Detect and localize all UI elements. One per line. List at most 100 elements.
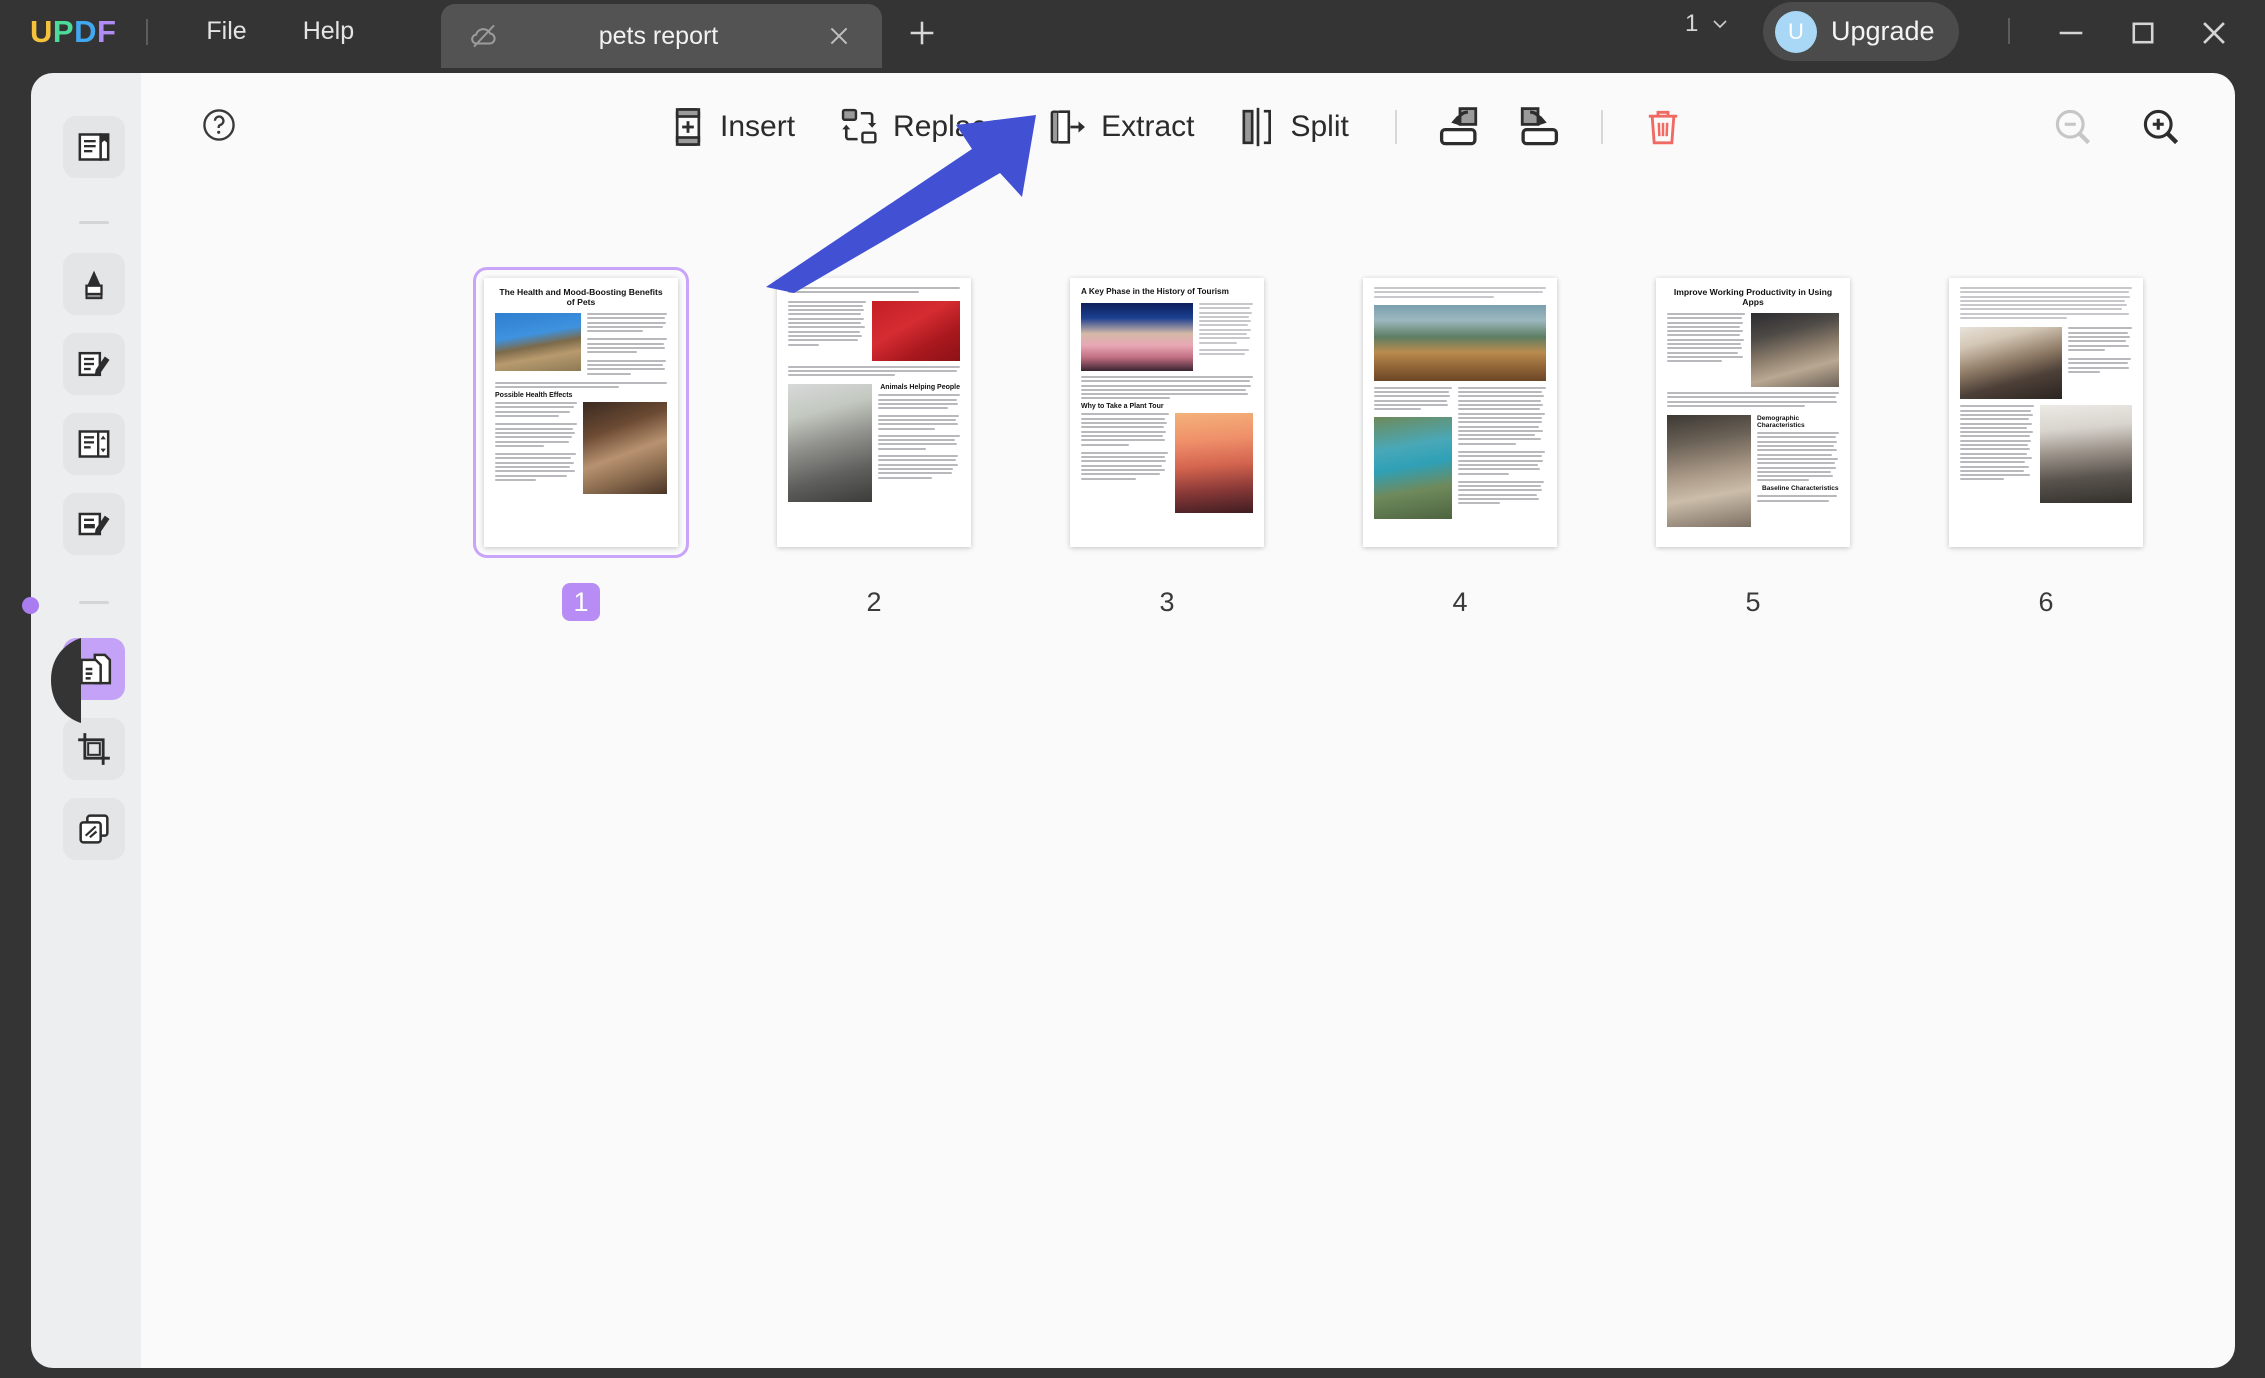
page-number-1: 1 xyxy=(451,583,711,621)
upgrade-button[interactable]: U Upgrade xyxy=(1763,2,1959,61)
page-heading-2: Animals Helping People xyxy=(880,384,960,392)
page-toolbar: Insert Replace Extract Split xyxy=(141,73,2235,171)
photo-woman-writing xyxy=(2040,405,2132,504)
sidebar-item-read-layout[interactable] xyxy=(63,413,125,475)
extract-button[interactable]: Extract xyxy=(1025,95,1216,159)
tool-rail xyxy=(31,73,141,1368)
replace-button[interactable]: Replace xyxy=(817,95,1025,159)
page-tools-group: Insert Replace Extract Split xyxy=(646,95,1699,159)
page-preview-6 xyxy=(1949,278,2143,547)
avatar: U xyxy=(1775,10,1817,53)
page-number-4: 4 xyxy=(1452,587,1468,617)
sidebar-item-annotate-form[interactable] xyxy=(63,493,125,555)
photo-dog-cat xyxy=(583,402,667,495)
page-split-icon xyxy=(1242,107,1272,147)
photo-smiling-woman xyxy=(1960,327,2062,400)
insert-button[interactable]: Insert xyxy=(646,95,817,159)
page-title-3: A Key Phase in the History of Tourism xyxy=(1081,287,1229,296)
new-tab-plus-icon[interactable] xyxy=(905,16,939,50)
form-pencil-icon xyxy=(78,512,110,536)
page-heading-5b: Baseline Characteristics xyxy=(1762,485,1839,493)
crop-icon xyxy=(78,733,110,765)
help-circle-icon[interactable] xyxy=(200,106,238,144)
window-controls-divider xyxy=(2008,18,2010,44)
page-thumbnail-3[interactable]: A Key Phase in the History of Tourism Wh… xyxy=(1037,278,1297,621)
rotate-right-button[interactable] xyxy=(1499,96,1577,158)
photo-dog-costume xyxy=(872,300,960,361)
page-extract-icon xyxy=(1050,110,1086,144)
page-number-3: 3 xyxy=(1159,587,1175,617)
page-title-5: Improve Working Productivity in Using Ap… xyxy=(1673,287,1833,307)
highlighter-icon xyxy=(85,270,103,300)
sidebar-item-reader-mode[interactable] xyxy=(63,116,125,178)
split-label: Split xyxy=(1290,110,1349,143)
document-pencil-icon xyxy=(78,351,110,377)
maximize-icon[interactable] xyxy=(2126,16,2160,50)
zoom-out-icon[interactable] xyxy=(2051,105,2095,149)
photo-canyon-river xyxy=(1374,416,1452,519)
split-button[interactable]: Split xyxy=(1216,95,1370,159)
rotate-right-icon xyxy=(1520,107,1558,146)
logo-letter-p: P xyxy=(52,13,75,49)
main-panel: Insert Replace Extract Split The Health … xyxy=(141,73,2235,1368)
toolbar-divider-2 xyxy=(1600,110,1603,144)
photo-lake-boat xyxy=(1374,304,1546,381)
logo-divider xyxy=(146,18,149,45)
delete-pages-button[interactable] xyxy=(1627,95,1699,159)
document-tab[interactable]: pets report xyxy=(441,4,882,68)
page-number-6: 6 xyxy=(2038,587,2054,617)
app-logo: UPDF xyxy=(30,14,116,50)
photo-cat xyxy=(495,313,581,371)
zoom-in-icon[interactable] xyxy=(2139,105,2183,149)
logo-letter-d: D xyxy=(74,13,97,49)
page-number-2: 2 xyxy=(866,587,882,617)
photo-cat-tulips xyxy=(788,384,872,503)
page-preview-1: The Health and Mood-Boosting Benefits of… xyxy=(484,278,678,547)
page-thumbnail-5[interactable]: Improve Working Productivity in Using Ap… xyxy=(1623,278,1883,621)
page-number-5: 5 xyxy=(1745,587,1761,617)
page-preview-5: Improve Working Productivity in Using Ap… xyxy=(1656,278,1850,547)
page-thumbnail-1[interactable]: The Health and Mood-Boosting Benefits of… xyxy=(451,267,711,621)
sidebar-item-comment-highlight[interactable] xyxy=(63,253,125,315)
trash-icon xyxy=(1648,110,1677,145)
document-sort-icon xyxy=(78,430,110,458)
photo-meeting-room xyxy=(1751,313,1839,387)
sidebar-item-batch-process[interactable] xyxy=(63,798,125,860)
page-insert-icon xyxy=(675,108,701,146)
photo-team-desks xyxy=(1667,415,1751,528)
layers-icon xyxy=(79,814,109,844)
replace-label: Replace xyxy=(893,110,1004,143)
page-count-selector[interactable]: 1 xyxy=(1685,10,1732,38)
sidebar-item-edit-pdf[interactable] xyxy=(63,333,125,395)
page-preview-4 xyxy=(1363,278,1557,547)
rail-divider-2 xyxy=(79,601,109,604)
collapse-handle-dot[interactable] xyxy=(22,597,39,614)
page-replace-icon xyxy=(841,108,877,144)
chevron-down-icon xyxy=(1713,20,1727,29)
logo-letter-u: U xyxy=(30,13,53,49)
page-thumbnail-2[interactable]: Animals Helping People 2 xyxy=(744,278,1004,621)
photo-eiffel xyxy=(1175,413,1253,514)
menu-file[interactable]: File xyxy=(178,0,274,63)
page-thumbnail-6[interactable]: 6 xyxy=(1916,278,2176,621)
page-heading-1: Possible Health Effects xyxy=(495,392,573,400)
logo-letter-f: F xyxy=(96,13,117,49)
rotate-left-icon xyxy=(1439,107,1477,146)
page-heading-5a: Demographic Characteristics xyxy=(1757,415,1805,430)
window-close-icon[interactable] xyxy=(2197,16,2231,50)
sidebar-item-crop-page[interactable] xyxy=(63,718,125,780)
tab-title: pets report xyxy=(598,21,719,50)
menu-help[interactable]: Help xyxy=(275,0,382,63)
panel-collapse-handle[interactable] xyxy=(31,638,81,723)
upgrade-label: Upgrade xyxy=(1831,16,1935,46)
close-icon[interactable] xyxy=(826,23,852,49)
book-bookmark-icon xyxy=(78,133,110,161)
minimize-icon[interactable] xyxy=(2054,16,2088,50)
page-count-value: 1 xyxy=(1685,10,1699,37)
insert-label: Insert xyxy=(720,110,796,143)
rotate-left-button[interactable] xyxy=(1421,96,1499,158)
page-preview-3: A Key Phase in the History of Tourism Wh… xyxy=(1070,278,1264,547)
toolbar-divider-1 xyxy=(1394,110,1397,144)
page-title-1: The Health and Mood-Boosting Benefits of… xyxy=(499,287,663,307)
page-thumbnail-4[interactable]: 4 xyxy=(1330,278,1590,621)
